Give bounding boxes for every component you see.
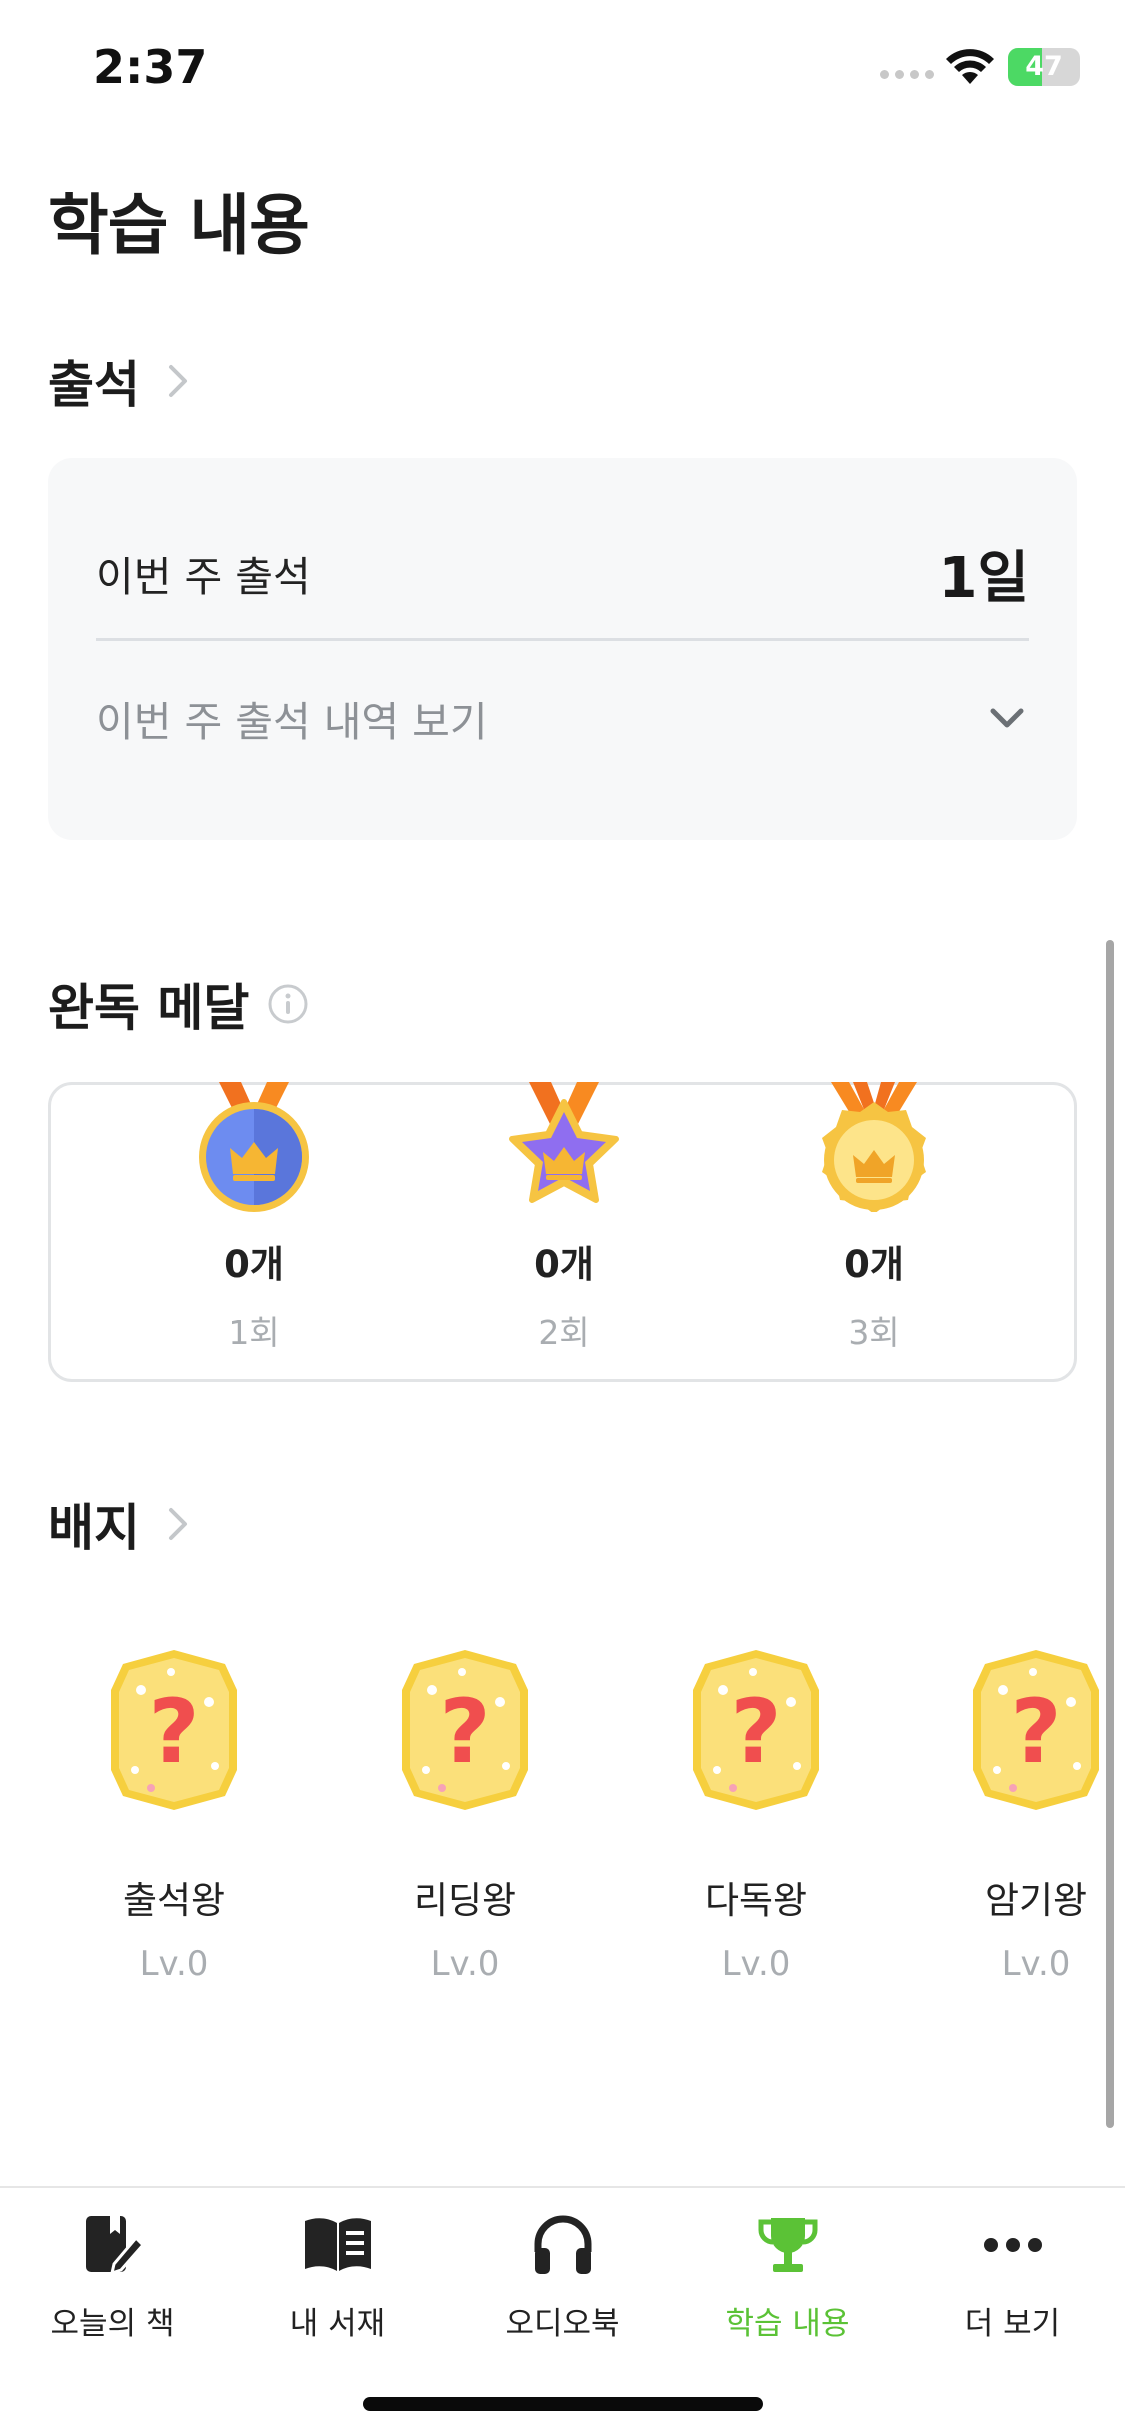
status-bar: 2:37 47 — [0, 0, 1125, 140]
locked-badge-question-icon: ? — [402, 1650, 528, 1810]
cellular-signal-icon — [880, 70, 934, 79]
chevron-down-icon — [990, 708, 1024, 728]
medal-label: 1회 — [228, 1313, 280, 1352]
attendance-history-label: 이번 주 출석 내역 보기 — [96, 698, 488, 746]
medal-item: 0개 2회 — [464, 1082, 664, 1354]
badge-name: 출석왕 — [122, 1879, 226, 1922]
tab-label: 오디오북 — [505, 2306, 620, 2342]
medal-count: 0개 — [844, 1243, 904, 1286]
locked-badge-question-icon: ? — [111, 1650, 237, 1810]
badge-level: Lv.0 — [430, 1944, 500, 1984]
battery-icon: 47 — [1008, 48, 1080, 86]
open-book-icon — [304, 2218, 371, 2271]
tab-label: 더 보기 — [964, 2306, 1061, 2342]
badge-item[interactable]: ? 암기왕 Lv.0 — [947, 1650, 1125, 1984]
book-pen-icon — [85, 2216, 145, 2276]
attendance-section-link[interactable]: 출석 — [48, 345, 198, 417]
medal-item: 0개 1회 — [154, 1082, 354, 1354]
medal-count: 0개 — [534, 1243, 594, 1286]
locked-badge-question-icon: ? — [693, 1650, 819, 1810]
tab-label: 오늘의 책 — [50, 2306, 175, 2342]
tab-label: 내 서재 — [289, 2306, 386, 2342]
tab-audiobook[interactable]: 오디오북 — [450, 2210, 675, 2343]
wifi-icon — [946, 49, 994, 84]
badge-section-title: 배지 — [48, 1499, 140, 1557]
weekly-attendance-value: 1일 — [938, 545, 1030, 611]
locked-badge-question-icon: ? — [973, 1650, 1099, 1810]
page-title: 학습 내용 — [48, 187, 310, 264]
medal-section-title: 완독 메달 — [48, 979, 250, 1037]
svg-text:?: ? — [1010, 1680, 1061, 1783]
info-icon[interactable] — [267, 983, 309, 1025]
battery-percent: 47 — [1025, 51, 1063, 82]
tab-more[interactable]: 더 보기 — [900, 2210, 1125, 2343]
scrollbar[interactable] — [1106, 940, 1114, 2128]
medal-item: 0개 3회 — [774, 1082, 974, 1354]
medal-section-header: 완독 메달 — [48, 968, 309, 1040]
chevron-right-icon — [169, 365, 187, 397]
badge-name: 암기왕 — [984, 1879, 1088, 1922]
medal-label: 3회 — [848, 1313, 900, 1352]
weekly-attendance-label: 이번 주 출석 — [96, 553, 311, 601]
tab-my-library[interactable]: 내 서재 — [225, 2210, 450, 2343]
badge-item[interactable]: ? 출석왕 Lv.0 — [74, 1650, 274, 1984]
divider — [96, 638, 1029, 641]
badge-level: Lv.0 — [1001, 1944, 1071, 1984]
trophy-icon — [758, 2218, 817, 2272]
medal-card: 0개 1회 0개 2회 0개 3회 — [48, 1082, 1077, 1382]
svg-text:?: ? — [439, 1680, 490, 1783]
badge-name: 다독왕 — [704, 1879, 808, 1922]
attendance-history-toggle[interactable]: 이번 주 출석 내역 보기 — [96, 683, 1029, 753]
svg-text:?: ? — [148, 1680, 199, 1783]
status-time: 2:37 — [93, 40, 208, 94]
headphones-icon — [534, 2215, 591, 2274]
purple-star-crown-medal-icon — [509, 1082, 619, 1203]
tab-label: 학습 내용 — [725, 2306, 850, 2342]
svg-text:?: ? — [730, 1680, 781, 1783]
weekly-attendance-row: 이번 주 출석 1일 — [96, 528, 1029, 618]
more-dots-icon — [983, 2238, 1042, 2252]
badge-level: Lv.0 — [721, 1944, 791, 1984]
badge-item[interactable]: ? 리딩왕 Lv.0 — [365, 1650, 565, 1984]
badge-item[interactable]: ? 다독왕 Lv.0 — [656, 1650, 856, 1984]
badge-name: 리딩왕 — [413, 1879, 517, 1922]
tab-today-book[interactable]: 오늘의 책 — [0, 2210, 225, 2343]
home-indicator[interactable] — [363, 2397, 763, 2411]
chevron-right-icon — [169, 1508, 187, 1540]
badge-section-link[interactable]: 배지 — [48, 1488, 198, 1560]
attendance-card: 이번 주 출석 1일 이번 주 출석 내역 보기 — [48, 458, 1077, 840]
tab-learning[interactable]: 학습 내용 — [675, 2210, 900, 2343]
medal-count: 0개 — [224, 1243, 284, 1286]
badge-level: Lv.0 — [139, 1944, 209, 1984]
gold-crown-medal-icon — [822, 1082, 926, 1212]
blue-crown-medal-icon — [199, 1082, 309, 1212]
medal-label: 2회 — [538, 1313, 590, 1352]
attendance-section-title: 출석 — [48, 356, 140, 414]
